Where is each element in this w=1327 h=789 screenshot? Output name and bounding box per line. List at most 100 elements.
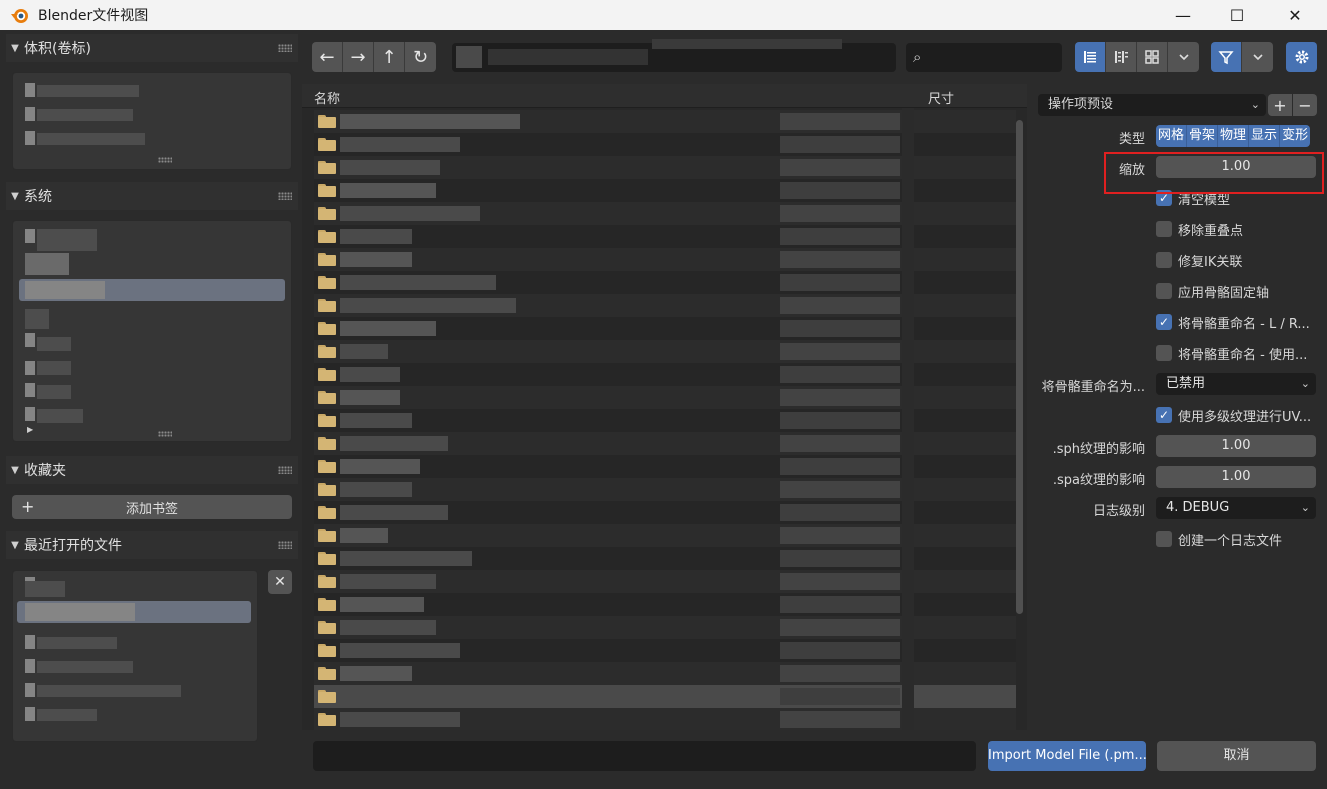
- obscured-file-name: [340, 367, 400, 382]
- volumes-list[interactable]: [12, 72, 292, 170]
- file-browser-toolbar: ← → ↑ ↻ ⌕: [302, 32, 1327, 84]
- close-window-button[interactable]: ✕: [1272, 0, 1318, 30]
- obscured-file-date: [780, 435, 900, 452]
- sph-influence-field[interactable]: 1.00: [1156, 435, 1316, 457]
- system-list[interactable]: ▶: [12, 220, 292, 442]
- favorites-panel-header[interactable]: ▼ 收藏夹: [6, 456, 298, 484]
- size-column-header[interactable]: 尺寸: [928, 88, 954, 107]
- sidebar: ▼ 体积(卷标) ▼ 系统 ▶ ▼ 收藏夹 + 添加书签 ▼ 最近打开的文件 ✕: [0, 32, 302, 789]
- obscured-file-name: [340, 275, 496, 290]
- filter-settings-dropdown[interactable]: [1242, 42, 1273, 72]
- resize-grip-icon[interactable]: [158, 157, 172, 163]
- obscured-file-date: [780, 642, 900, 659]
- forward-button[interactable]: →: [343, 42, 374, 72]
- obscured-file-name: [340, 459, 420, 474]
- drag-grip-icon[interactable]: [278, 466, 292, 474]
- spa-influence-field[interactable]: 1.00: [1156, 466, 1316, 488]
- display-settings-dropdown[interactable]: [1168, 42, 1199, 72]
- type-display-toggle[interactable]: 显示: [1249, 125, 1281, 147]
- expand-triangle-icon[interactable]: ▶: [27, 425, 33, 434]
- collapse-triangle-icon: ▼: [11, 539, 19, 551]
- type-armature-toggle[interactable]: 骨架: [1187, 125, 1219, 147]
- system-panel-header[interactable]: ▼ 系统: [6, 182, 298, 210]
- folder-icon: [318, 644, 336, 657]
- obscured-file-name: [340, 160, 440, 175]
- folder-icon: [318, 276, 336, 289]
- folder-icon: [318, 460, 336, 473]
- chevron-down-icon: ⌄: [1250, 98, 1260, 111]
- resize-grip-icon[interactable]: [158, 431, 172, 437]
- title-bar: Blender文件视图 — ☐ ✕: [0, 0, 1327, 30]
- type-morph-toggle[interactable]: 变形: [1280, 125, 1311, 147]
- add-bookmark-button[interactable]: + 添加书签: [12, 495, 292, 519]
- search-icon: ⌕: [913, 48, 922, 66]
- import-model-button[interactable]: Import Model File (.pm...: [988, 741, 1146, 771]
- file-list[interactable]: 名称 尺寸: [302, 84, 1027, 730]
- type-physics-toggle[interactable]: 物理: [1218, 125, 1250, 147]
- log-level-dropdown[interactable]: 4. DEBUG ⌄: [1156, 497, 1316, 519]
- minimize-button[interactable]: —: [1160, 0, 1206, 30]
- vertical-list-button[interactable]: [1075, 42, 1106, 72]
- checkbox-icon: [1156, 345, 1172, 361]
- back-button[interactable]: ←: [312, 42, 343, 72]
- chevron-down-icon: ⌄: [1300, 377, 1310, 390]
- fix-ik-links-checkbox[interactable]: 修复IK关联: [1156, 250, 1242, 270]
- bottom-bar: Import Model File (.pm... 取消: [302, 730, 1327, 789]
- directory-path-input[interactable]: [452, 39, 896, 72]
- obscured-file-name: [340, 229, 412, 244]
- clear-recent-button[interactable]: ✕: [268, 570, 292, 594]
- obscured-file-name: [340, 620, 436, 635]
- obscured-file-date: [780, 688, 900, 705]
- folder-icon: [318, 414, 336, 427]
- maximize-button[interactable]: ☐: [1214, 0, 1260, 30]
- drag-grip-icon[interactable]: [278, 541, 292, 549]
- folder-icon: [318, 299, 336, 312]
- obscured-file-date: [780, 550, 900, 567]
- folder-icon: [318, 253, 336, 266]
- thumbnails-button[interactable]: [1137, 42, 1168, 72]
- folder-icon: [318, 529, 336, 542]
- remove-doubles-checkbox[interactable]: 移除重叠点: [1156, 219, 1243, 239]
- settings-toggle-button[interactable]: [1286, 42, 1317, 72]
- list-horizontal-icon: [1115, 51, 1128, 63]
- list-vertical-icon: [1084, 51, 1096, 63]
- recent-panel-header[interactable]: ▼ 最近打开的文件: [6, 531, 298, 559]
- folder-icon: [318, 621, 336, 634]
- drag-grip-icon[interactable]: [278, 192, 292, 200]
- type-mesh-toggle[interactable]: 网格: [1156, 125, 1188, 147]
- collapse-triangle-icon: ▼: [11, 42, 19, 54]
- drag-grip-icon[interactable]: [278, 44, 292, 52]
- volumes-panel-header[interactable]: ▼ 体积(卷标): [6, 34, 298, 62]
- chevron-down-icon: ⌄: [1300, 501, 1310, 514]
- operator-preset-dropdown[interactable]: 操作项预设 ⌄: [1038, 94, 1266, 116]
- filename-input[interactable]: [313, 741, 976, 771]
- rename-bones-lr-checkbox[interactable]: ✓ 将骨骼重命名 - L / R...: [1156, 312, 1310, 332]
- add-preset-button[interactable]: +: [1268, 94, 1292, 116]
- recent-files-list[interactable]: [12, 570, 258, 742]
- checkbox-icon: [1156, 531, 1172, 547]
- spa-influence-label: .spa纹理的影响: [1052, 473, 1145, 488]
- maximize-icon: ☐: [1229, 5, 1245, 25]
- use-mipmap-checkbox[interactable]: ✓ 使用多级纹理进行UV...: [1156, 405, 1311, 425]
- search-input[interactable]: ⌕: [906, 43, 1062, 72]
- horizontal-list-button[interactable]: [1106, 42, 1137, 72]
- obscured-file-date: [780, 573, 900, 590]
- parent-directory-button[interactable]: ↑: [374, 42, 405, 72]
- create-log-file-checkbox[interactable]: 创建一个日志文件: [1156, 529, 1282, 549]
- refresh-button[interactable]: ↻: [405, 42, 436, 72]
- filter-toggle-button[interactable]: [1211, 42, 1242, 72]
- obscured-file-date: [780, 205, 900, 222]
- cancel-button[interactable]: 取消: [1157, 741, 1316, 771]
- folder-icon: [318, 161, 336, 174]
- checkbox-icon: ✓: [1156, 407, 1172, 423]
- refresh-icon: ↻: [412, 46, 429, 68]
- file-list-scrollbar[interactable]: [1016, 120, 1023, 614]
- obscured-file-name: [340, 689, 400, 704]
- apply-bone-fixed-axis-checkbox[interactable]: 应用骨骼固定轴: [1156, 281, 1269, 301]
- obscured-file-date: [780, 274, 900, 291]
- name-column-header[interactable]: 名称: [314, 88, 340, 107]
- obscured-file-name: [340, 528, 388, 543]
- remove-preset-button[interactable]: −: [1293, 94, 1317, 116]
- rename-bones-use-checkbox[interactable]: 将骨骼重命名 - 使用...: [1156, 343, 1307, 363]
- rename-bones-to-dropdown[interactable]: 已禁用 ⌄: [1156, 373, 1316, 395]
